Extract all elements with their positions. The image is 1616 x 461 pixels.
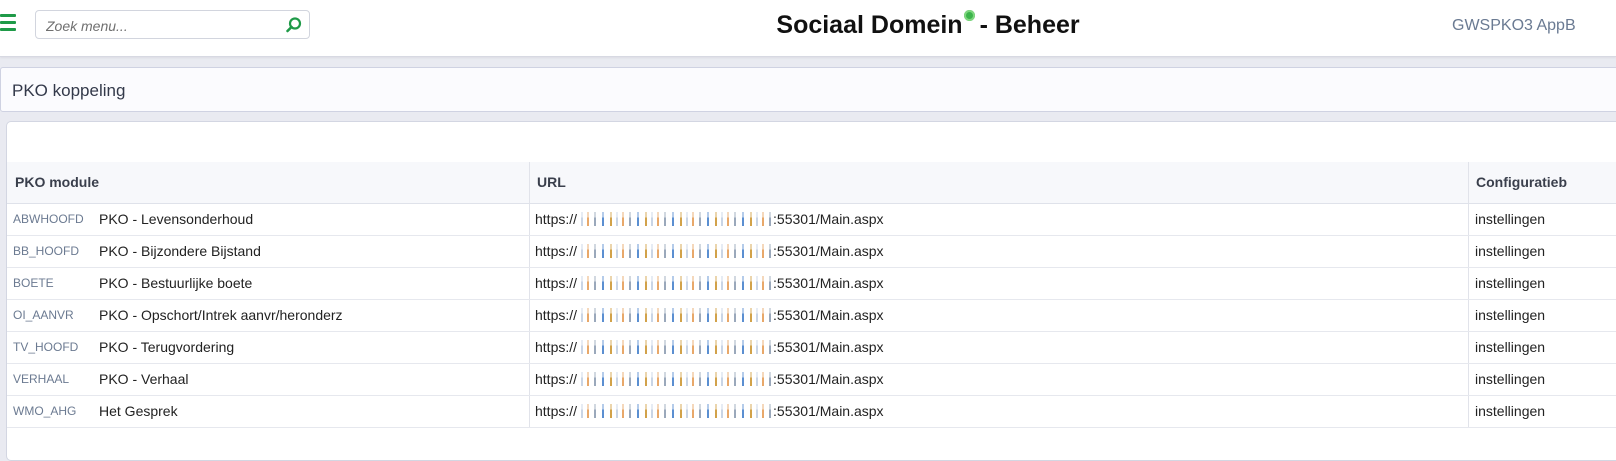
module-url: https://:55301/Main.aspx xyxy=(535,371,884,387)
panel-toolbar xyxy=(7,122,1616,163)
config-link[interactable]: instellingen xyxy=(1475,268,1545,299)
module-code: OI_AANVR xyxy=(13,308,74,322)
module-name: PKO - Verhaal xyxy=(99,371,189,387)
column-header-url[interactable]: URL xyxy=(537,162,566,203)
page-title: PKO koppeling xyxy=(12,81,126,100)
config-link[interactable]: instellingen xyxy=(1475,332,1545,363)
redacted-host xyxy=(577,404,774,418)
top-bar: Sociaal Domein - Beheer GWSPKO3 AppB xyxy=(0,0,1616,57)
redacted-host xyxy=(577,276,774,290)
module-url: https://:55301/Main.aspx xyxy=(535,307,884,323)
table-row[interactable]: OI_AANVR PKO - Opschort/Intrek aanvr/her… xyxy=(7,300,1616,332)
module-name: PKO - Opschort/Intrek aanvr/heronderz xyxy=(99,307,343,323)
redacted-host xyxy=(577,212,774,226)
table-row[interactable]: WMO_AHG Het Gesprek https://:55301/Main.… xyxy=(7,396,1616,428)
table-row[interactable]: BB_HOOFD PKO - Bijzondere Bijstand https… xyxy=(7,236,1616,268)
content-panel: PKO module URL Configuratieb ABWHOOFD PK… xyxy=(6,121,1616,461)
config-link[interactable]: instellingen xyxy=(1475,204,1545,235)
column-header-pko-module[interactable]: PKO module xyxy=(15,162,99,203)
module-url: https://:55301/Main.aspx xyxy=(535,403,884,419)
config-link[interactable]: instellingen xyxy=(1475,364,1545,395)
table-row[interactable]: BOETE PKO - Bestuurlijke boete https://:… xyxy=(7,268,1616,300)
module-code: BB_HOOFD xyxy=(13,244,80,258)
config-link[interactable]: instellingen xyxy=(1475,396,1545,427)
module-code: WMO_AHG xyxy=(13,404,77,418)
config-link[interactable]: instellingen xyxy=(1475,236,1545,267)
module-url: https://:55301/Main.aspx xyxy=(535,339,884,355)
app-title-main: Sociaal Domein xyxy=(776,11,963,39)
module-name: Het Gesprek xyxy=(99,403,178,419)
redacted-host xyxy=(577,244,774,258)
module-name: PKO - Levensonderhoud xyxy=(99,211,254,227)
app-title-suffix: - Beheer xyxy=(979,11,1080,39)
page-header: PKO koppeling xyxy=(0,67,1616,112)
module-code: ABWHOOFD xyxy=(13,212,84,226)
app-title: Sociaal Domein - Beheer xyxy=(0,10,1616,40)
module-code: VERHAAL xyxy=(13,372,70,386)
status-dot-icon xyxy=(963,10,975,21)
module-name: PKO - Terugvordering xyxy=(99,339,235,355)
module-url: https://:55301/Main.aspx xyxy=(535,275,884,291)
module-name: PKO - Bijzondere Bijstand xyxy=(99,243,261,259)
column-header-config[interactable]: Configuratieb xyxy=(1476,162,1567,203)
config-link[interactable]: instellingen xyxy=(1475,300,1545,331)
redacted-host xyxy=(577,308,774,322)
module-url: https://:55301/Main.aspx xyxy=(535,243,884,259)
module-name: PKO - Bestuurlijke boete xyxy=(99,275,253,291)
table-row[interactable]: VERHAAL PKO - Verhaal https://:55301/Mai… xyxy=(7,364,1616,396)
table-row[interactable]: ABWHOOFD PKO - Levensonderhoud https://:… xyxy=(7,204,1616,236)
grid-header: PKO module URL Configuratieb xyxy=(7,162,1616,204)
table-row[interactable]: TV_HOOFD PKO - Terugvordering https://:5… xyxy=(7,332,1616,364)
module-code: BOETE xyxy=(13,276,54,290)
module-code: TV_HOOFD xyxy=(13,340,79,354)
module-url: https://:55301/Main.aspx xyxy=(535,211,884,227)
server-name: GWSPKO3 AppB xyxy=(1452,17,1576,34)
pko-grid: PKO module URL Configuratieb ABWHOOFD PK… xyxy=(7,162,1616,428)
redacted-host xyxy=(577,372,774,386)
redacted-host xyxy=(577,340,774,354)
